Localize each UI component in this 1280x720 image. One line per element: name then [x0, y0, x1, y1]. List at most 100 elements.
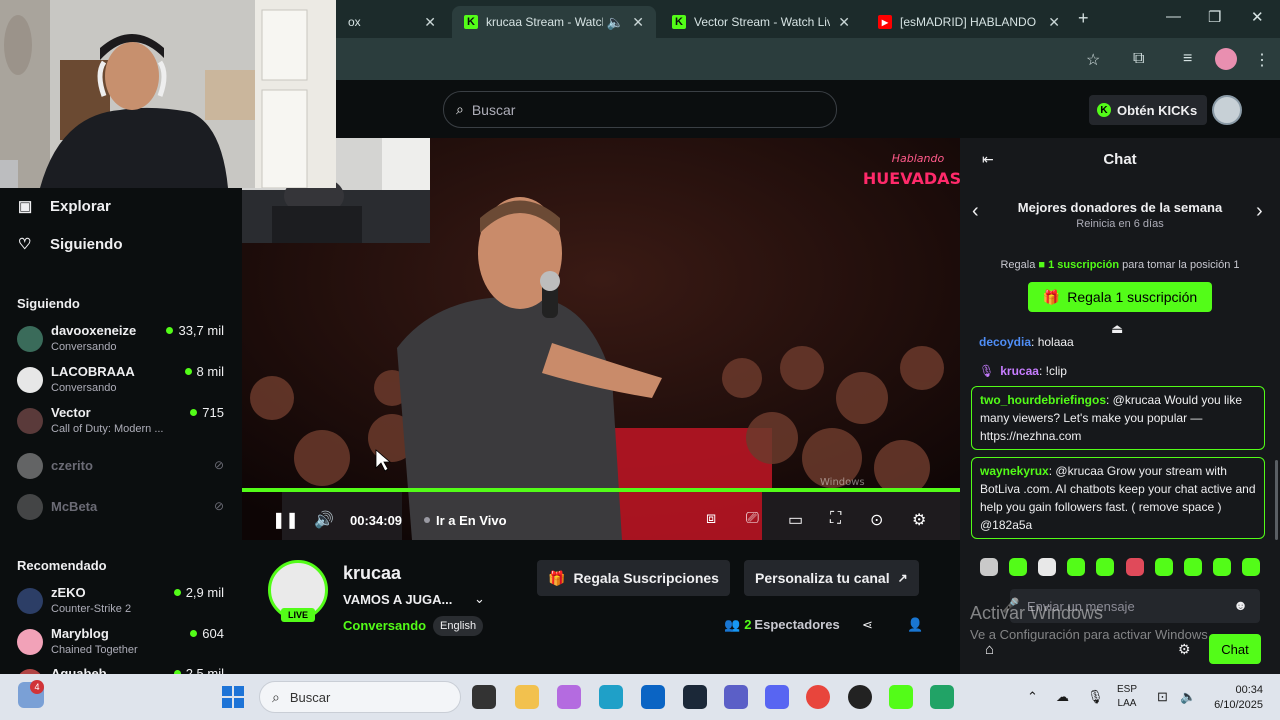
store-icon[interactable]: ⌂ — [985, 641, 994, 658]
gift-icon: 🎁 — [1042, 288, 1061, 305]
stream-category-link[interactable]: Conversando — [343, 618, 426, 633]
file-explorer-icon[interactable] — [515, 685, 539, 709]
chat-username[interactable]: waynekyrux — [980, 464, 1049, 478]
channel-title[interactable]: krucaa — [343, 563, 401, 584]
viewer-count-label: Espectadores — [754, 617, 840, 632]
browser-tab[interactable]: K Vector Stream - Watch Live ✕ — [660, 6, 862, 38]
avatar — [17, 326, 43, 352]
emote-icon[interactable] — [1096, 558, 1115, 576]
new-tab-icon[interactable]: + — [1078, 8, 1089, 29]
fullscreen-icon[interactable]: ⛶ — [830, 510, 841, 528]
tray-expand-icon[interactable]: ⌃ — [1027, 689, 1038, 705]
sidebar-item-siguiendo[interactable]: ♡ Siguiendo — [18, 235, 123, 254]
app-icon[interactable] — [848, 685, 872, 709]
close-window-icon[interactable]: ✕ — [1251, 8, 1264, 26]
chevron-left-icon[interactable]: ‹ — [972, 200, 979, 223]
discord-icon[interactable] — [765, 685, 789, 709]
browser-menu-icon[interactable]: ⋮ — [1254, 50, 1270, 70]
close-tab-icon[interactable]: ✕ — [424, 14, 436, 31]
pause-icon[interactable]: ❚❚ — [272, 510, 299, 530]
user-avatar[interactable] — [1212, 95, 1242, 125]
channel-item[interactable]: zEKO Counter-Strike 2 2,9 mil — [17, 585, 227, 621]
restore-icon[interactable]: ❐ — [1208, 8, 1221, 26]
speaker-icon[interactable]: 🔈 — [607, 14, 624, 31]
theater-mode-icon[interactable]: ▭ — [788, 510, 803, 530]
go-live-button[interactable]: Ir a En Vivo — [424, 513, 507, 528]
browser-tab[interactable]: ▶ [esMADRID] HABLANDO HU ✕ — [866, 6, 1072, 38]
chevron-right-icon[interactable]: › — [1256, 200, 1263, 223]
task-view-icon[interactable] — [472, 685, 496, 709]
emote-icon[interactable] — [1125, 558, 1144, 576]
mic-icon[interactable]: 🎙 — [1087, 689, 1104, 705]
channel-item[interactable]: davooxeneize Conversando 33,7 mil — [17, 323, 227, 359]
emote-icon[interactable] — [1154, 558, 1173, 576]
channel-item[interactable]: Vector Call of Duty: Modern ... 715 — [17, 405, 227, 441]
minimize-icon[interactable]: — — [1166, 8, 1181, 25]
onedrive-icon[interactable]: ☁ — [1056, 689, 1069, 705]
emote-icon[interactable] — [1067, 558, 1086, 576]
close-tab-icon[interactable]: ✕ — [632, 14, 644, 31]
clip-icon[interactable]: ⎚ — [746, 510, 759, 528]
close-tab-icon[interactable]: ✕ — [1048, 14, 1060, 31]
emote-icon[interactable] — [1212, 558, 1231, 576]
outlook-icon[interactable] — [641, 685, 665, 709]
search-input[interactable]: ⌕ Buscar — [443, 91, 837, 128]
excel-icon[interactable] — [930, 685, 954, 709]
chat-settings-icon[interactable]: ⚙ — [1178, 641, 1191, 658]
bookmark-star-icon[interactable]: ☆ — [1086, 50, 1100, 70]
chevron-down-icon[interactable]: ⌄ — [474, 591, 485, 607]
gift-one-sub-button[interactable]: 🎁 Regala 1 suscripción — [1028, 282, 1212, 312]
windows-start-icon[interactable] — [222, 686, 244, 708]
get-kicks-button[interactable]: K Obtén KICKs — [1089, 95, 1208, 125]
volume-icon[interactable]: 🔈 — [1180, 689, 1196, 705]
emote-icon[interactable] — [1038, 558, 1057, 576]
chat-scrollbar[interactable] — [1275, 460, 1278, 540]
volume-icon[interactable]: 🔊 — [314, 510, 334, 530]
browser-tab[interactable]: ox ✕ — [336, 6, 448, 38]
language-tag[interactable]: English — [433, 616, 484, 636]
extensions-icon[interactable]: ⧉ — [1133, 50, 1144, 68]
avatar — [17, 367, 43, 393]
miniplayer-icon[interactable]: ⧈ — [706, 510, 716, 528]
gift-subs-button[interactable]: 🎁 Regala Suscripciones — [537, 560, 730, 596]
auto-play-icon[interactable]: ⊙ — [870, 510, 883, 530]
chat-send-button[interactable]: Chat — [1209, 634, 1261, 664]
taskbar-search[interactable]: ⌕ Buscar — [259, 681, 461, 713]
channel-item[interactable]: Aguabeb 2,5 mil — [17, 666, 227, 674]
network-icon[interactable]: ⊡ — [1157, 689, 1168, 705]
follow-user-icon[interactable]: 👤 — [907, 617, 923, 633]
sidebar-item-explorar[interactable]: ▣ Explorar — [18, 197, 111, 216]
kick-app-icon[interactable] — [889, 685, 913, 709]
teams-icon[interactable] — [724, 685, 748, 709]
steam-icon[interactable] — [683, 685, 707, 709]
emote-bar — [980, 558, 1260, 580]
settings-gear-icon[interactable]: ⚙ — [912, 510, 926, 530]
collapse-chat-icon[interactable]: ⇤ — [982, 151, 994, 168]
system-clock[interactable]: 00:34 6/10/2025 — [1207, 683, 1263, 713]
copilot-icon[interactable] — [557, 685, 581, 709]
channel-item[interactable]: Maryblog Chained Together 604 — [17, 626, 227, 662]
chat-username[interactable]: two_hourdebriefingos — [980, 393, 1106, 407]
channel-item[interactable]: McBeta ⊘ — [17, 491, 227, 527]
emote-icon[interactable] — [980, 558, 998, 576]
browser-tab-active[interactable]: K krucaa Stream - Watch L 🔈 ✕ — [452, 6, 656, 38]
chrome-icon[interactable] — [806, 685, 830, 709]
edge-icon[interactable] — [599, 685, 623, 709]
share-icon[interactable]: ⋖ — [862, 617, 873, 633]
media-control-icon[interactable]: ≡ — [1183, 50, 1192, 68]
language-indicator[interactable]: ESP LAA — [1117, 683, 1137, 711]
chat-username[interactable]: decoydia — [979, 335, 1031, 349]
chat-title: Chat — [1103, 150, 1137, 168]
video-progress-bar[interactable] — [242, 488, 960, 492]
emoji-picker-icon[interactable]: ☻ — [1233, 597, 1248, 613]
browser-profile-avatar[interactable] — [1215, 48, 1237, 70]
emote-icon[interactable] — [1241, 558, 1260, 576]
emote-icon[interactable] — [1009, 558, 1028, 576]
channel-item[interactable]: LACOBRAAA Conversando 8 mil — [17, 364, 227, 400]
live-dot — [184, 368, 192, 375]
customize-channel-button[interactable]: Personaliza tu canal ↗ — [744, 560, 919, 596]
close-tab-icon[interactable]: ✕ — [838, 14, 850, 31]
emote-icon[interactable] — [1183, 558, 1202, 576]
channel-item[interactable]: czerito ⊘ — [17, 450, 227, 486]
chat-username[interactable]: krucaa — [1000, 364, 1039, 378]
